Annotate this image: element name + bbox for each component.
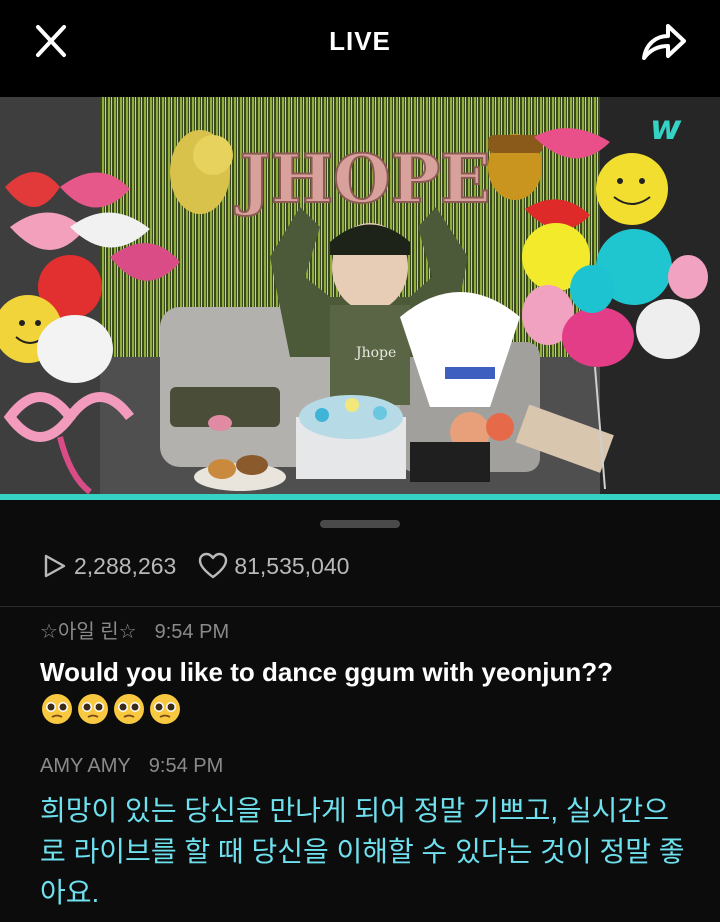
top-bar: LIVE (0, 0, 720, 97)
pleading-face-emoji-icon (114, 694, 144, 724)
comment-text: Would you like to dance ggum with yeonju… (40, 657, 613, 687)
comment-time: 9:54 PM (154, 621, 230, 643)
play-outline-icon (44, 554, 66, 578)
uniform-patch: Jhope (354, 345, 396, 361)
comment-emojis (40, 692, 690, 726)
share-icon (642, 24, 686, 60)
pleading-face-emoji-icon (78, 694, 108, 724)
comment-panel: 2,288,263 81,535,040 ☆아일 린☆ 9:54 PM Would… (0, 500, 720, 922)
cake (296, 395, 406, 479)
video-frame: JHOPE Jhope w (0, 97, 720, 499)
play-count-value: 2,288,263 (74, 552, 177, 579)
banner-letters: JHOPE (233, 139, 491, 219)
like-count-value: 81,535,040 (234, 552, 350, 579)
pleading-face-emoji-icon (150, 694, 180, 724)
divider (0, 606, 720, 607)
page-title: LIVE (329, 26, 391, 56)
comment-author: AMY AMY (40, 755, 131, 777)
banner-text: JHOPE (234, 140, 490, 218)
play-count: 2,288,263 (40, 552, 176, 580)
comment-text: 희망이 있는 당신을 만나게 되어 정말 기쁘고, 실시간으로 라이브를 할 때… (40, 795, 685, 908)
comment-time: 9:54 PM (148, 755, 224, 777)
comment-author: ☆아일 린☆ (40, 621, 137, 643)
like-count[interactable]: 81,535,040 (198, 552, 349, 580)
comment-item: AMY AMY 9:54 PM 희망이 있는 당신을 만나게 되어 정말 기쁘고,… (40, 752, 690, 913)
comment-item: ☆아일 린☆ 9:54 PM Would you like to dance gg… (40, 618, 690, 726)
heart-outline-icon (199, 552, 228, 579)
drag-handle[interactable] (320, 520, 400, 528)
share-button[interactable] (638, 20, 690, 64)
watermark-logo: w (650, 108, 682, 148)
pleading-face-emoji-icon (42, 694, 72, 724)
live-video[interactable]: JHOPE Jhope w (0, 97, 720, 499)
stats-row: 2,288,263 81,535,040 (40, 546, 349, 586)
